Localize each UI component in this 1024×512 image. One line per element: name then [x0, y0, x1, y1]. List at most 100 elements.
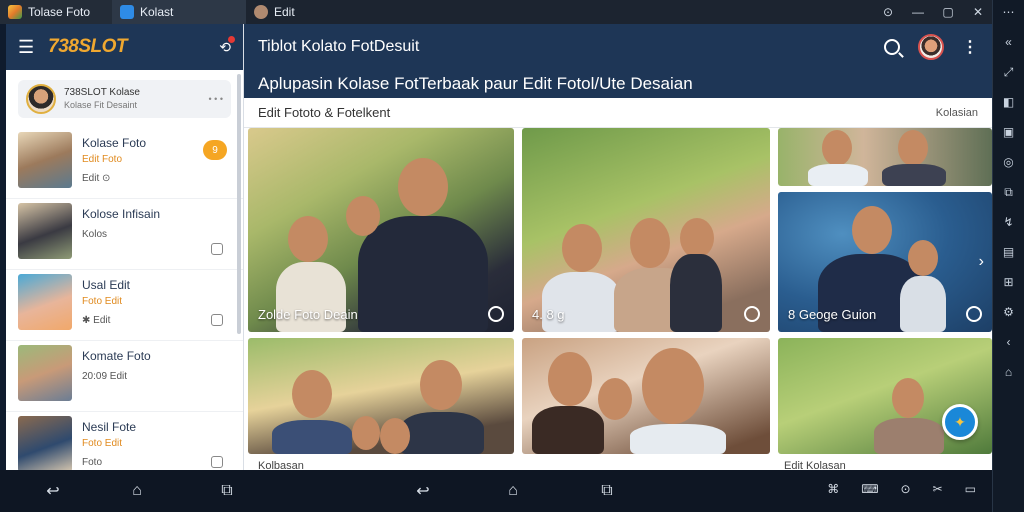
person-figure [346, 196, 380, 236]
thumbnail [18, 132, 72, 188]
photo-card[interactable]: › 8 Geoge Guion [778, 192, 992, 332]
list-item-sub: Foto Edit [82, 438, 123, 449]
cloud-icon [120, 5, 134, 19]
person-figure [908, 240, 938, 276]
keyboard-icon[interactable]: ▣ [1001, 124, 1017, 140]
select-ring-icon[interactable] [744, 306, 760, 322]
dots-icon[interactable]: ⋯ [1001, 4, 1017, 20]
message-icon[interactable] [211, 314, 223, 326]
screen-icon[interactable]: ▭ [965, 482, 976, 496]
notification-dot [228, 35, 235, 43]
record-icon[interactable]: ⊙ [882, 5, 894, 19]
hamburger-menu-icon[interactable]: ☰ [18, 37, 34, 58]
list-item[interactable]: Kolase Foto Edit Foto Edit ⊙ 9 [6, 128, 243, 199]
list-item-meta: ✱ Edit [82, 315, 111, 326]
person-figure [630, 424, 726, 454]
chevron-right-icon[interactable]: › [979, 253, 984, 271]
tab-label: Kolast [140, 5, 174, 19]
collapse-icon[interactable]: « [1001, 34, 1017, 50]
person-figure [288, 216, 328, 262]
back-rail-icon[interactable]: ‹ [1001, 334, 1017, 350]
location-icon[interactable]: ⊙ [901, 482, 911, 496]
list-item-text: Kolose Infisain Kolos [82, 203, 231, 240]
profile-more-icon[interactable]: • • • [209, 94, 223, 104]
unread-badge[interactable]: 9 [203, 140, 227, 160]
filter-right-label[interactable]: Kolasian [936, 107, 978, 119]
tab-edit[interactable]: Edit [246, 0, 326, 24]
back-icon[interactable]: ↩ [412, 482, 434, 500]
window-titlebar: Tolase Foto Kolast Edit ⊙ — ▢ ✕ [0, 0, 1024, 24]
keyboard-icon[interactable]: ⌨ [861, 482, 878, 496]
list-item[interactable]: Usal Edit Foto Edit ✱ Edit [6, 270, 243, 341]
edit-fab-button[interactable]: ✦ [942, 404, 978, 440]
filter-left-label[interactable]: Edit Fototo & Fotelkent [258, 105, 390, 120]
list-item-meta: Edit ⊙ [82, 173, 111, 184]
sidebar-scrollbar[interactable] [237, 74, 241, 334]
window-controls: ⊙ — ▢ ✕ [882, 0, 984, 24]
profile-sub: Kolase Fit Desaint [64, 100, 138, 110]
photo-card[interactable]: Zolde Foto Deain [248, 128, 514, 332]
apk-icon[interactable]: ⊞ [1001, 274, 1017, 290]
person-figure [292, 370, 332, 418]
photo-card[interactable] [778, 128, 992, 186]
location-icon[interactable]: ◎ [1001, 154, 1017, 170]
gamepad-icon[interactable]: ⌘ [827, 482, 839, 496]
person-figure [642, 348, 704, 424]
main-header: Tiblot Kolato FotDesuit ⋮ [244, 24, 992, 70]
search-icon[interactable] [884, 39, 900, 55]
home-icon[interactable]: ⌂ [126, 482, 148, 500]
shake-icon[interactable]: ↯ [1001, 214, 1017, 230]
person-figure [598, 378, 632, 420]
navbar-tools: ⌘ ⌨ ⊙ ✂ ▭ [827, 482, 976, 496]
close-icon[interactable]: ✕ [972, 5, 984, 19]
header-actions: ⋮ [884, 34, 978, 60]
photo-card[interactable]: 4. 8 g [522, 128, 770, 332]
profile-card[interactable]: 738SLOT Kolase Kolase Fit Desaint • • • [18, 80, 231, 118]
person-figure [892, 378, 924, 418]
person-figure [548, 352, 592, 406]
list-item[interactable]: Kolose Infisain Kolos [6, 199, 243, 270]
person-figure [532, 406, 604, 454]
thumbnail [18, 416, 72, 472]
photo-card[interactable] [248, 338, 514, 454]
home-icon[interactable]: ⌂ [502, 482, 524, 500]
person-figure [400, 412, 484, 454]
person-figure [398, 158, 448, 216]
tab-kolast[interactable]: Kolast [112, 0, 246, 24]
recents-icon[interactable]: ⧉ [216, 482, 238, 500]
select-ring-icon[interactable] [966, 306, 982, 322]
tab-tolase-foto[interactable]: Tolase Foto [0, 0, 112, 24]
brand-logo: 738SLOT [48, 36, 128, 57]
person-figure [630, 218, 670, 268]
photo-caption: 8 Geoge Guion [788, 307, 877, 322]
more-vert-icon[interactable]: ⋮ [962, 37, 978, 57]
message-icon[interactable] [211, 243, 223, 255]
volume-icon[interactable]: ◧ [1001, 94, 1017, 110]
screenshot-icon[interactable]: ⧉ [1001, 184, 1017, 200]
list-item[interactable]: Komate Foto 20:09 Edit [6, 341, 243, 412]
select-ring-icon[interactable] [488, 306, 504, 322]
avatar[interactable] [918, 34, 944, 60]
list-item-text: Usal Edit Foto Edit ✱ Edit [82, 274, 231, 326]
person-figure [380, 418, 410, 454]
minimize-icon[interactable]: — [912, 5, 924, 19]
folder-icon[interactable]: ▤ [1001, 244, 1017, 260]
photo-card[interactable]: ✦ [778, 338, 992, 454]
back-icon[interactable]: ↩ [42, 482, 64, 500]
home-rail-icon[interactable]: ⌂ [1001, 364, 1017, 380]
expand-icon[interactable]: ⤢ [1001, 64, 1017, 80]
profile-text: 738SLOT Kolase Kolase Fit Desaint [64, 87, 140, 111]
person-figure [670, 254, 722, 332]
scissors-icon[interactable]: ✂ [933, 482, 943, 496]
message-icon[interactable] [211, 456, 223, 468]
person-figure [822, 130, 852, 166]
settings-icon[interactable]: ⚙ [1001, 304, 1017, 320]
maximize-icon[interactable]: ▢ [942, 5, 954, 19]
list-item-text: Nesil Fote Foto Edit Foto [82, 416, 231, 468]
person-figure [352, 416, 380, 450]
recents-icon[interactable]: ⧉ [596, 482, 618, 500]
person-figure [882, 164, 946, 186]
person-figure [272, 420, 352, 454]
photo-card[interactable] [522, 338, 770, 454]
notification-icon[interactable]: ⟲ [219, 35, 235, 56]
